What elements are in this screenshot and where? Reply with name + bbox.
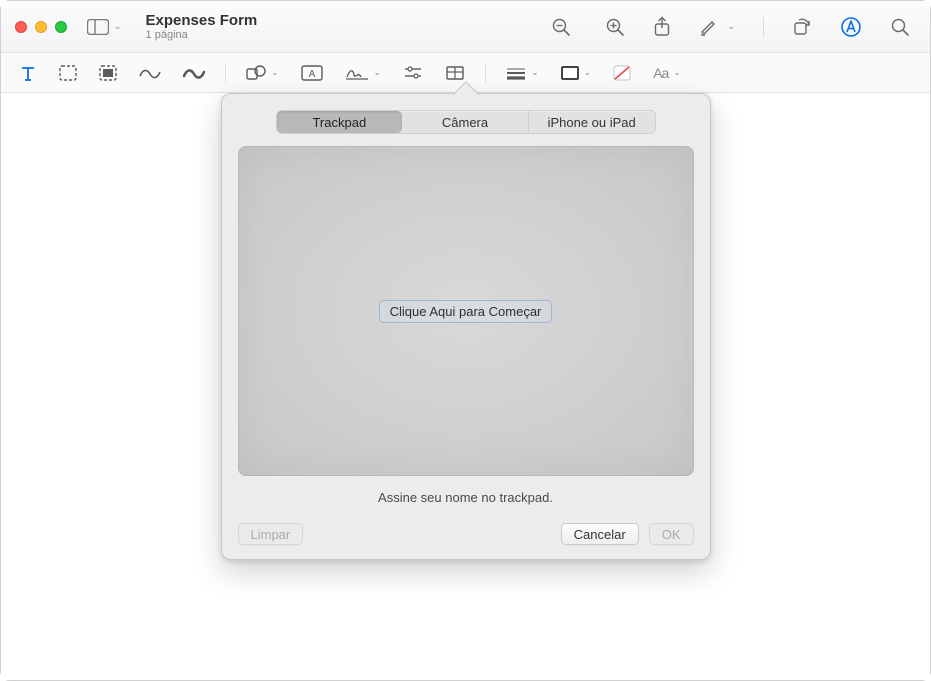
toolbar-right: ⌄	[551, 16, 916, 38]
divider	[763, 17, 764, 37]
font-style-button[interactable]: Aa ⌄	[653, 65, 681, 81]
redact-icon	[99, 65, 117, 81]
chevron-down-icon: ⌄	[673, 67, 681, 78]
zoom-out-icon	[551, 17, 571, 37]
rotate-button[interactable]	[792, 17, 812, 37]
search-button[interactable]	[890, 17, 910, 37]
line-weight-icon	[506, 66, 526, 80]
zoom-out-button[interactable]	[551, 17, 571, 37]
sidebar-toggle-button[interactable]: ⌄	[87, 19, 122, 35]
border-swatch-icon	[561, 66, 579, 80]
text-box-icon: A	[301, 65, 323, 81]
text-cursor-icon	[19, 64, 37, 82]
draw-icon	[183, 66, 205, 80]
signature-pad[interactable]: Clique Aqui para Começar	[238, 146, 694, 476]
clear-button[interactable]: Limpar	[238, 523, 304, 545]
chevron-down-icon: ⌄	[374, 67, 382, 78]
tab-trackpad[interactable]: Trackpad	[277, 111, 403, 133]
chevron-down-icon: ⌄	[727, 21, 735, 32]
ok-button[interactable]: OK	[649, 523, 694, 545]
popover-buttons: Limpar Cancelar OK	[238, 523, 694, 545]
sliders-icon	[403, 65, 423, 81]
tab-iphone-ipad[interactable]: iPhone ou iPad	[528, 111, 655, 133]
fullscreen-window-button[interactable]	[55, 21, 67, 33]
cancel-button[interactable]: Cancelar	[561, 523, 639, 545]
border-color-button[interactable]: ⌄	[561, 66, 592, 80]
document-canvas: Trackpad Câmera iPhone ou iPad Clique Aq…	[1, 93, 930, 680]
document-info: Expenses Form 1 página	[146, 12, 258, 42]
chevron-down-icon: ⌄	[584, 67, 592, 78]
draw-button[interactable]	[183, 66, 205, 80]
fill-swatch-icon	[613, 65, 631, 81]
redact-button[interactable]	[99, 65, 117, 81]
text-selection-button[interactable]	[19, 64, 37, 82]
signature-icon	[345, 65, 369, 81]
titlebar: ⌄ Expenses Form 1 página	[1, 1, 930, 53]
signature-popover: Trackpad Câmera iPhone ou iPad Clique Aq…	[221, 93, 711, 560]
chevron-down-icon: ⌄	[271, 67, 279, 78]
zoom-in-icon	[605, 17, 625, 37]
signature-source-tabs: Trackpad Câmera iPhone ou iPad	[276, 110, 656, 134]
document-title: Expenses Form	[146, 12, 258, 29]
chevron-down-icon: ⌄	[114, 21, 122, 32]
font-icon: Aa	[653, 65, 668, 81]
markup-icon	[840, 16, 862, 38]
sketch-button[interactable]	[139, 66, 161, 80]
sidebar-icon	[87, 19, 109, 35]
chevron-down-icon: ⌄	[531, 67, 539, 78]
document-subtitle: 1 página	[146, 29, 258, 42]
adjust-color-button[interactable]	[403, 65, 423, 81]
rect-select-button[interactable]	[59, 65, 77, 81]
signature-hint: Assine seu nome no trackpad.	[238, 490, 694, 505]
rotate-icon	[792, 17, 812, 37]
sign-button[interactable]: ⌄	[345, 65, 382, 81]
shapes-icon	[246, 65, 266, 81]
highlight-button[interactable]	[699, 17, 719, 37]
share-button[interactable]	[653, 16, 671, 38]
crop-icon	[445, 65, 465, 81]
rect-select-icon	[59, 65, 77, 81]
zoom-in-button[interactable]	[605, 17, 625, 37]
highlight-icon	[699, 17, 719, 37]
stroke-weight-button[interactable]: ⌄	[506, 66, 539, 80]
text-box-button[interactable]: A	[301, 65, 323, 81]
svg-text:A: A	[308, 69, 315, 80]
close-window-button[interactable]	[15, 21, 27, 33]
minimize-window-button[interactable]	[35, 21, 47, 33]
share-icon	[653, 16, 671, 38]
shapes-button[interactable]: ⌄	[246, 65, 279, 81]
search-icon	[890, 17, 910, 37]
sketch-icon	[139, 66, 161, 80]
window-controls	[15, 21, 67, 33]
markup-button[interactable]	[840, 16, 862, 38]
fill-color-button[interactable]	[613, 65, 631, 81]
tab-camera[interactable]: Câmera	[402, 111, 528, 133]
start-signing-button[interactable]: Clique Aqui para Começar	[379, 300, 553, 323]
crop-button[interactable]	[445, 65, 465, 81]
